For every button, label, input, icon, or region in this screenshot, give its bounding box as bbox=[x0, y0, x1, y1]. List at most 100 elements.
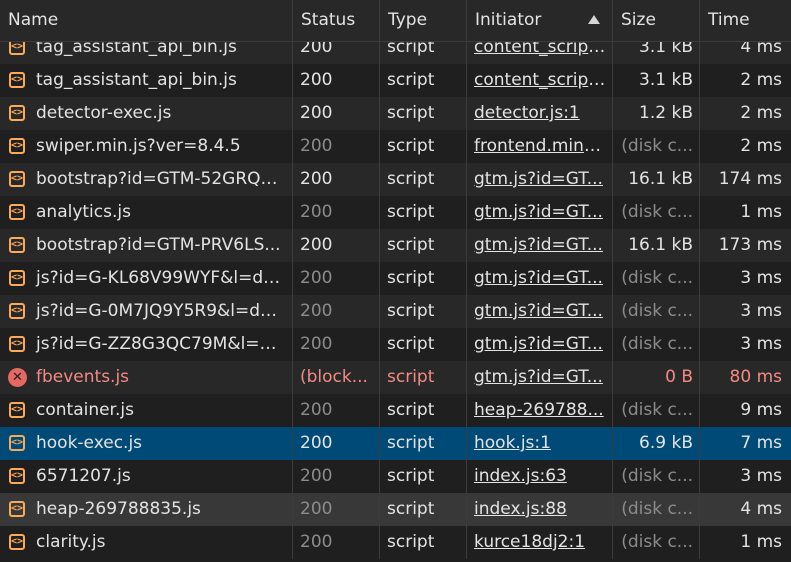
cell-name: clarity.js bbox=[0, 526, 293, 559]
table-row[interactable]: <> js?id=G-0M7JQ9Y5R9&l=da... 200 script gtm… bbox=[0, 295, 791, 328]
cell-size: (disk c... bbox=[613, 460, 700, 493]
initiator-link[interactable]: gtm.js?id=GT... bbox=[474, 169, 603, 189]
column-header-name[interactable]: Name bbox=[0, 0, 293, 41]
initiator-link[interactable]: gtm.js?id=GT... bbox=[474, 367, 603, 387]
cell-name: detector-exec.js bbox=[0, 97, 293, 130]
cell-initiator: frontend.min.j... bbox=[467, 130, 613, 163]
table-row[interactable]: <> swiper.min.js?ver=8.4.5 200 script fronte… bbox=[0, 130, 791, 163]
table-header: Name Status Type Initiator Size Time bbox=[0, 0, 791, 42]
table-row[interactable]: <> clarity.js 200 script kurce18dj2:1 (disk c… bbox=[0, 526, 791, 559]
network-request-table: Name Status Type Initiator Size Time <> t… bbox=[0, 0, 791, 562]
cell-type: script bbox=[380, 229, 467, 262]
column-status-label: Status bbox=[301, 10, 356, 30]
initiator-link[interactable]: kurce18dj2:1 bbox=[474, 532, 585, 552]
table-row[interactable]: <> js?id=G-ZZ8G3QC79M&l=d... 200 script gtm.… bbox=[0, 328, 791, 361]
initiator-link[interactable]: gtm.js?id=GT... bbox=[474, 202, 603, 222]
cell-type: script bbox=[380, 394, 467, 427]
table-row[interactable]: <> analytics.js 200 script gtm.js?id=GT... (d… bbox=[0, 196, 791, 229]
column-type-label: Type bbox=[388, 10, 428, 30]
cell-initiator: heap-269788... bbox=[467, 394, 613, 427]
cell-size: 0 B bbox=[613, 361, 700, 394]
cell-size: (disk c... bbox=[613, 493, 700, 526]
cell-time: 80 ms bbox=[729, 367, 782, 387]
initiator-link[interactable]: frontend.min.j... bbox=[474, 136, 610, 156]
cell-status: 200 bbox=[293, 163, 380, 196]
initiator-link[interactable]: gtm.js?id=GT... bbox=[474, 235, 603, 255]
cell-time: 1 ms bbox=[740, 202, 782, 222]
cell-status: 200 bbox=[293, 196, 380, 229]
cell-size: 6.9 kB bbox=[613, 427, 700, 460]
initiator-link[interactable]: index.js:88 bbox=[474, 499, 567, 519]
cell-type: script bbox=[380, 427, 467, 460]
cell-status: 200 bbox=[293, 295, 380, 328]
table-row[interactable]: <> bootstrap?id=GTM-52GRQS... 200 script gtm… bbox=[0, 163, 791, 196]
table-row[interactable]: <> container.js 200 script heap-269788... (di… bbox=[0, 394, 791, 427]
cell-status: 200 bbox=[293, 526, 380, 559]
cell-time: 173 ms bbox=[718, 235, 782, 255]
cell-name: hook-exec.js bbox=[0, 427, 293, 460]
initiator-link[interactable]: detector.js:1 bbox=[474, 103, 580, 123]
table-row[interactable]: <> tag_assistant_api_bin.js 200 script conte… bbox=[0, 64, 791, 97]
table-row[interactable]: <> hook-exec.js 200 script hook.js:1 6.9 kB 7 … bbox=[0, 427, 791, 460]
column-header-size[interactable]: Size bbox=[613, 0, 700, 41]
table-row[interactable]: <> bootstrap?id=GTM-PRV6LS... 200 script gtm… bbox=[0, 229, 791, 262]
cell-status: 200 bbox=[293, 394, 380, 427]
cell-time: 3 ms bbox=[740, 301, 782, 321]
column-header-time[interactable]: Time bbox=[700, 0, 791, 41]
cell-initiator: gtm.js?id=GT... bbox=[467, 295, 613, 328]
initiator-link[interactable]: heap-269788... bbox=[474, 400, 604, 420]
cell-initiator: gtm.js?id=GT... bbox=[467, 262, 613, 295]
cell-time: 1 ms bbox=[740, 532, 782, 552]
cell-type: script bbox=[380, 97, 467, 130]
table-row[interactable]: <> heap-269788835.js 200 script index.js:88(… bbox=[0, 493, 791, 526]
table-row[interactable]: ✕ fbevents.js (block... script gtm.js?id=GT.… bbox=[0, 361, 791, 394]
initiator-link[interactable]: content_script... bbox=[474, 70, 611, 90]
cell-initiator: gtm.js?id=GT... bbox=[467, 328, 613, 361]
cell-size: (disk c... bbox=[613, 295, 700, 328]
initiator-link[interactable]: gtm.js?id=GT... bbox=[474, 334, 603, 354]
cell-size: (disk c... bbox=[613, 130, 700, 163]
cell-initiator: gtm.js?id=GT... bbox=[467, 229, 613, 262]
initiator-link[interactable]: hook.js:1 bbox=[474, 433, 551, 453]
cell-initiator: index.js:88 bbox=[467, 493, 613, 526]
cell-type: script bbox=[380, 493, 467, 526]
cell-initiator: kurce18dj2:1 bbox=[467, 526, 613, 559]
cell-time: 174 ms bbox=[718, 169, 782, 189]
cell-size: (disk c... bbox=[613, 526, 700, 559]
column-header-type[interactable]: Type bbox=[380, 0, 467, 41]
cell-type: script bbox=[380, 526, 467, 559]
cell-name: bootstrap?id=GTM-PRV6LS... bbox=[0, 229, 293, 262]
initiator-link[interactable]: index.js:63 bbox=[474, 466, 567, 486]
cell-type: script bbox=[380, 460, 467, 493]
cell-status: 200 bbox=[293, 97, 380, 130]
cell-name: container.js bbox=[0, 394, 293, 427]
cell-type: script bbox=[380, 130, 467, 163]
column-header-initiator[interactable]: Initiator bbox=[467, 0, 613, 41]
cell-size: 3.1 kB bbox=[613, 64, 700, 97]
cell-status: 200 bbox=[293, 64, 380, 97]
cell-initiator: content_script... bbox=[467, 64, 613, 97]
column-header-status[interactable]: Status bbox=[293, 0, 380, 41]
cell-initiator: hook.js:1 bbox=[467, 427, 613, 460]
cell-time: 7 ms bbox=[740, 433, 782, 453]
cell-time: 9 ms bbox=[740, 400, 782, 420]
cell-type: script bbox=[380, 196, 467, 229]
initiator-link[interactable]: gtm.js?id=GT... bbox=[474, 268, 603, 288]
table-row[interactable]: <> 6571207.js 200 script index.js:63 (disk c.… bbox=[0, 460, 791, 493]
cell-time: 3 ms bbox=[740, 466, 782, 486]
initiator-link[interactable]: gtm.js?id=GT... bbox=[474, 301, 603, 321]
column-name-label: Name bbox=[8, 10, 59, 30]
cell-time: 2 ms bbox=[740, 136, 782, 156]
cell-status: 200 bbox=[293, 493, 380, 526]
table-row[interactable]: <> js?id=G-KL68V99WYF&l=da... 200 script gtm… bbox=[0, 262, 791, 295]
table-row[interactable]: <> detector-exec.js 200 script detector.js:1… bbox=[0, 97, 791, 130]
cell-name: tag_assistant_api_bin.js bbox=[0, 64, 293, 97]
cell-size: (disk c... bbox=[613, 394, 700, 427]
cell-status: 200 bbox=[293, 328, 380, 361]
cell-status: 200 bbox=[293, 460, 380, 493]
cell-type: script bbox=[380, 328, 467, 361]
cell-initiator: detector.js:1 bbox=[467, 97, 613, 130]
cell-time: 2 ms bbox=[740, 70, 782, 90]
cell-type: script bbox=[380, 262, 467, 295]
cell-name: bootstrap?id=GTM-52GRQS... bbox=[0, 163, 293, 196]
